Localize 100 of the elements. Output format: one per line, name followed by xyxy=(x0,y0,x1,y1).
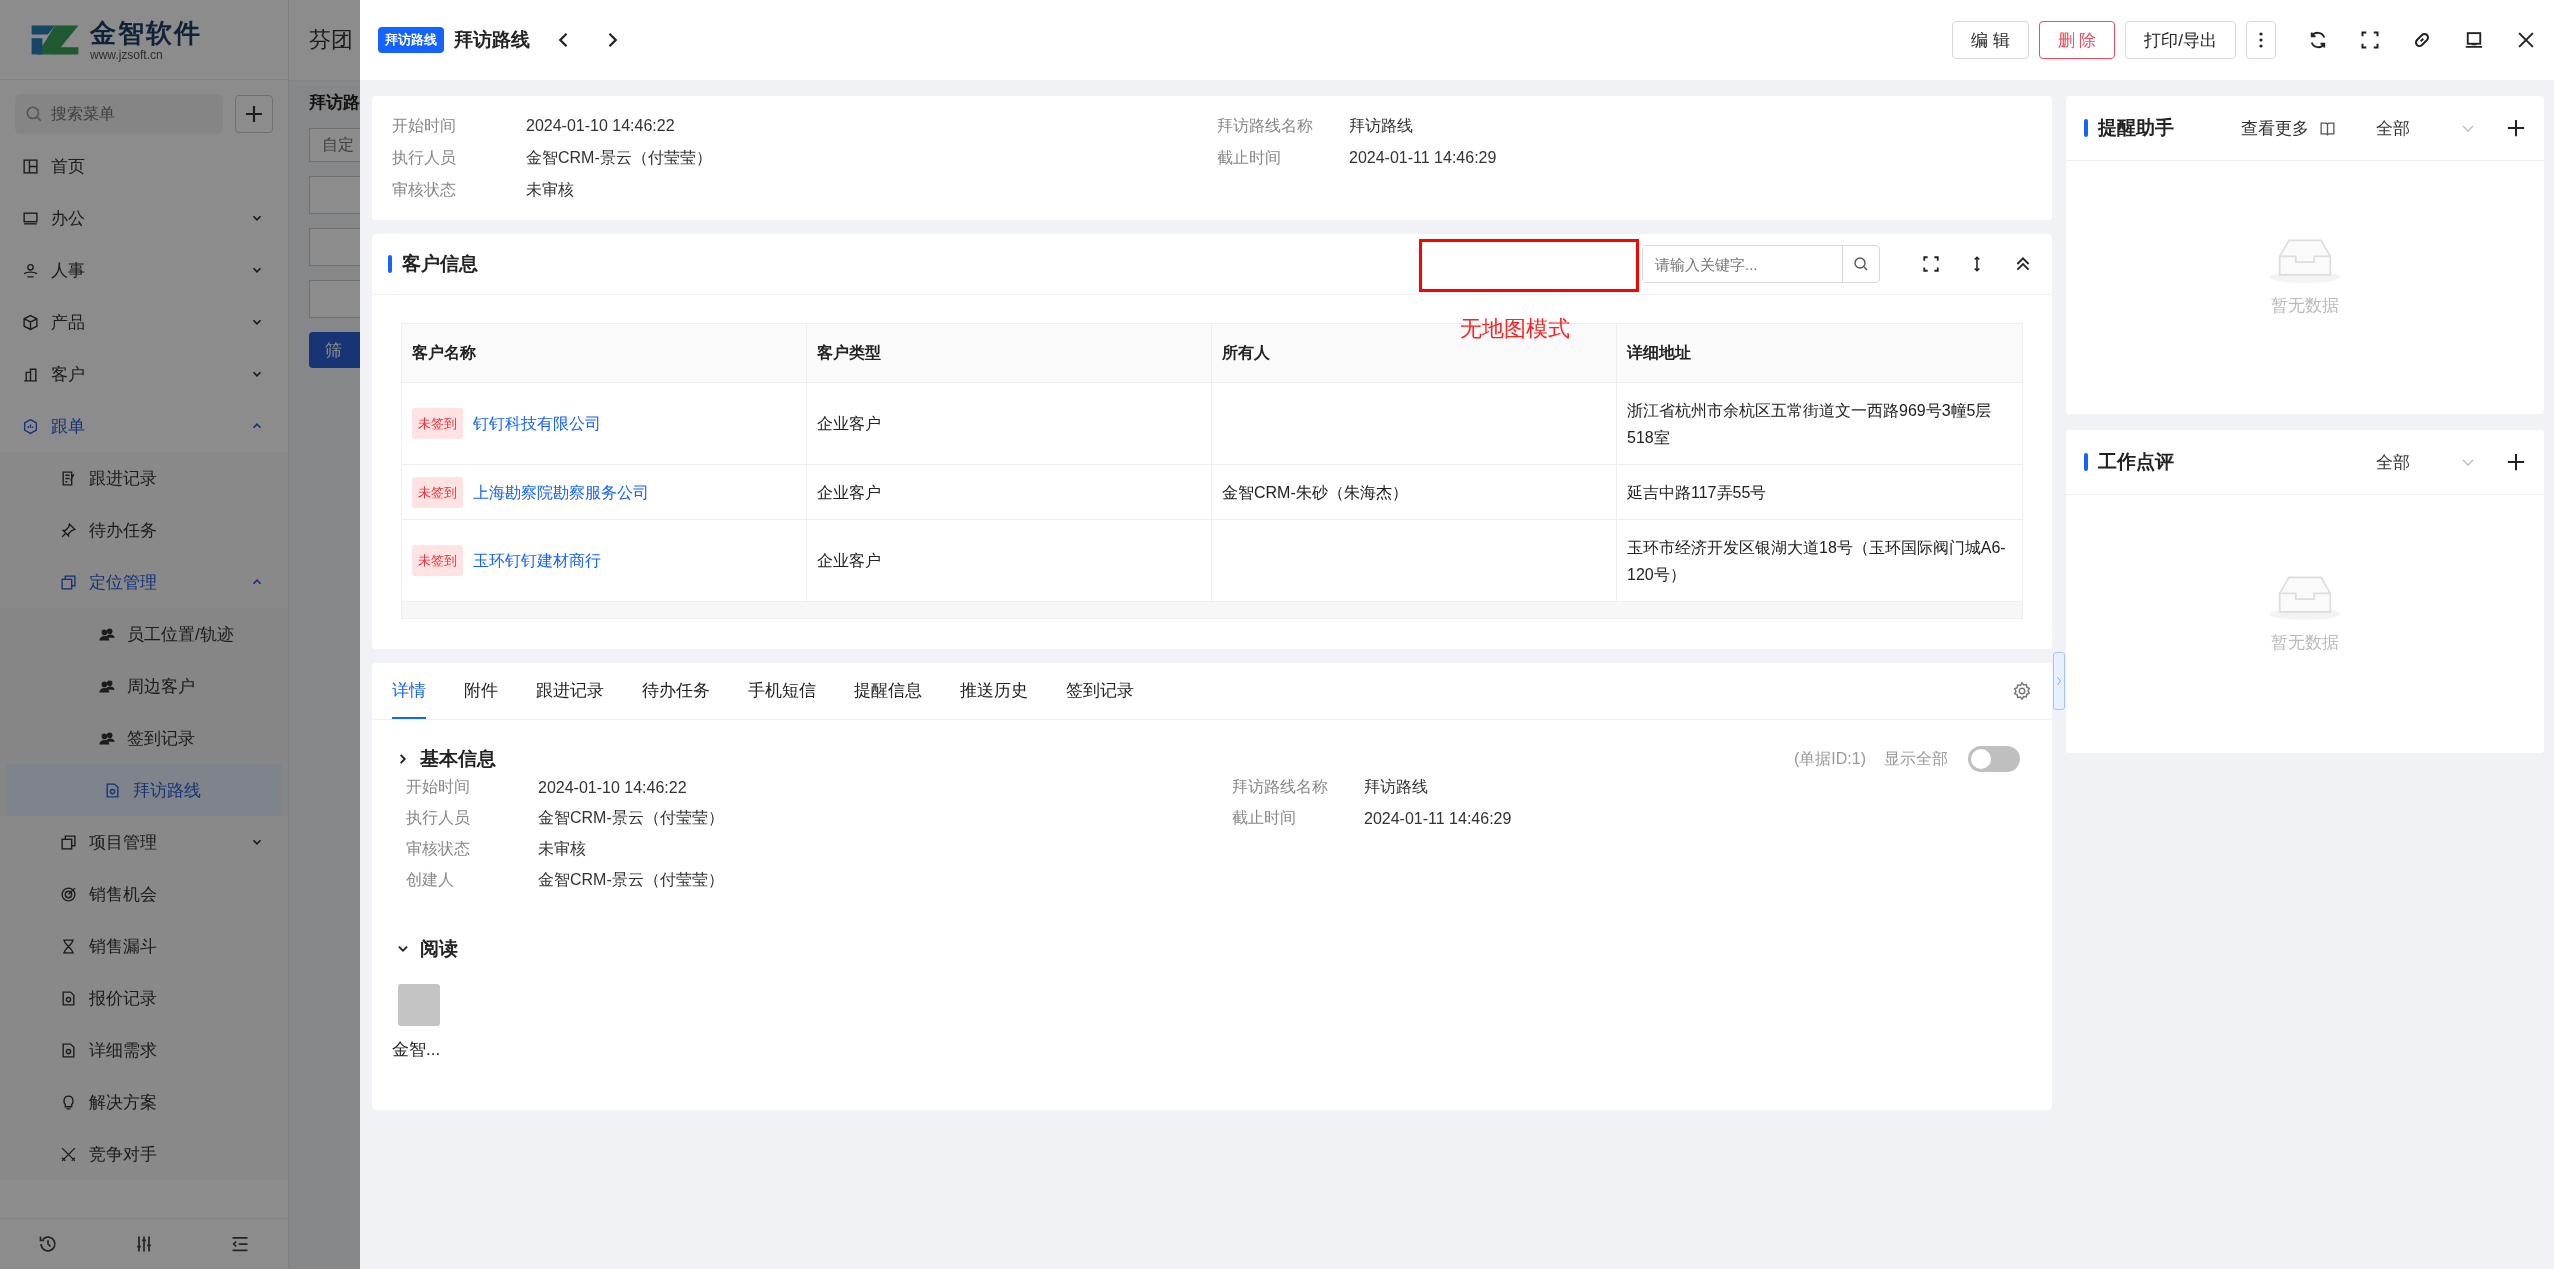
sidebar-item[interactable]: 竞争对手 xyxy=(0,1128,288,1180)
collapse-menu-icon[interactable] xyxy=(230,1234,250,1254)
empty-inbox-icon xyxy=(2268,574,2342,621)
field-value: 未审核 xyxy=(526,179,574,200)
sidebar-item[interactable]: 办公 xyxy=(0,192,288,244)
tab[interactable]: 跟进记录 xyxy=(536,663,604,719)
customer-link[interactable]: 钉钉科技有限公司 xyxy=(473,410,601,437)
search-icon[interactable] xyxy=(1853,256,1869,272)
empty-text: 暂无数据 xyxy=(2271,295,2339,317)
tab[interactable]: 提醒信息 xyxy=(854,663,922,719)
sidebar-item[interactable]: 首页 xyxy=(0,140,288,192)
field-value: 金智CRM-景云（付莹莹） xyxy=(538,870,724,890)
filter-select[interactable]: 全部 xyxy=(2376,116,2410,140)
document-icon xyxy=(104,781,121,799)
link-icon[interactable] xyxy=(2412,30,2432,50)
copy-icon xyxy=(60,573,77,591)
section-marker xyxy=(388,255,392,273)
sidebar-item[interactable]: 签到记录 xyxy=(0,712,288,764)
table-cell-text: 金智CRM-朱砂（朱海杰） xyxy=(1222,482,1408,503)
sidebar-item[interactable]: 周边客户 xyxy=(0,660,288,712)
sidebar-item[interactable]: 解决方案 xyxy=(0,1076,288,1128)
tab[interactable]: 手机短信 xyxy=(748,663,816,719)
target-icon xyxy=(60,885,77,903)
section-marker xyxy=(2084,119,2088,137)
laptop-icon[interactable] xyxy=(2464,30,2484,50)
customer-link[interactable]: 上海勘察院勘察服务公司 xyxy=(473,478,649,506)
tab[interactable]: 签到记录 xyxy=(1066,663,1134,719)
sidebar-item[interactable]: 跟单 xyxy=(0,400,288,452)
filter-field[interactable]: 自定 xyxy=(309,128,360,162)
field-value: 2024-01-11 14:46:29 xyxy=(1349,149,1497,167)
tab[interactable]: 详情 xyxy=(392,663,426,719)
expand-handle[interactable] xyxy=(2053,652,2065,710)
view-more-link[interactable]: 查看更多 xyxy=(2241,116,2309,140)
settings-icon[interactable] xyxy=(2012,681,2032,701)
document-icon xyxy=(60,1041,77,1059)
field-label: 开始时间 xyxy=(406,777,471,797)
section-marker xyxy=(2084,453,2088,471)
action-button[interactable]: 编 辑 xyxy=(1951,21,2029,59)
fullscreen-icon[interactable] xyxy=(2360,30,2380,50)
history-icon[interactable] xyxy=(38,1234,58,1254)
tab[interactable]: 推送历史 xyxy=(960,663,1028,719)
fullscreen-icon[interactable] xyxy=(1922,255,1940,273)
show-all-toggle[interactable] xyxy=(1968,746,2020,772)
action-button[interactable]: 打印/导出 xyxy=(2125,21,2236,59)
field-label: 审核状态 xyxy=(392,179,457,200)
sidebar-item[interactable]: 客户 xyxy=(0,348,288,400)
field-label: 开始时间 xyxy=(392,115,457,136)
sidebar-item[interactable]: 员工位置/轨迹 xyxy=(0,608,288,660)
swords-icon xyxy=(60,1145,77,1163)
field-value: 拜访路线 xyxy=(1364,777,1428,797)
bulb-icon xyxy=(60,1093,77,1111)
cube-icon xyxy=(22,313,39,331)
vertical-dots-icon xyxy=(2259,32,2263,48)
delete-button[interactable]: 删 除 xyxy=(2038,21,2116,59)
sidebar-item[interactable]: 产品 xyxy=(0,296,288,348)
sidebar-item[interactable]: 人事 xyxy=(0,244,288,296)
add-button[interactable] xyxy=(235,95,273,133)
close-icon[interactable] xyxy=(2516,30,2536,50)
keyword-search-field[interactable]: 请输入关键字... xyxy=(1642,245,1880,283)
sidebar-item[interactable]: 详细需求 xyxy=(0,1024,288,1076)
field-label: 拜访路线名称 xyxy=(1232,777,1329,797)
field-value: 2024-01-10 14:46:22 xyxy=(538,778,687,797)
customer-link[interactable]: 玉环钉钉建材商行 xyxy=(473,547,601,574)
tab[interactable]: 附件 xyxy=(464,663,498,719)
sliders-icon[interactable] xyxy=(134,1234,154,1254)
filter-select[interactable]: 全部 xyxy=(2376,450,2410,474)
note-icon xyxy=(60,469,77,487)
table-cell-text: 企业客户 xyxy=(817,482,881,503)
sidebar-item[interactable]: 定位管理 xyxy=(0,556,288,608)
double-chevron-up-icon[interactable] xyxy=(2014,255,2032,273)
field-value: 2024-01-11 14:46:29 xyxy=(1364,809,1512,828)
empty-inbox-icon xyxy=(2268,238,2342,284)
section-title: 阅读 xyxy=(420,937,458,961)
reader-name: 金智... xyxy=(392,1039,441,1061)
logo-name: 金智软件 xyxy=(90,17,202,48)
tab[interactable]: 待办任务 xyxy=(642,663,710,719)
sidebar-item[interactable]: 拜访路线 xyxy=(6,764,282,816)
sidebar-item[interactable]: 待办任务 xyxy=(0,504,288,556)
add-icon[interactable] xyxy=(2506,118,2526,138)
sidebar-item[interactable]: 报价记录 xyxy=(0,972,288,1024)
search-icon xyxy=(25,105,43,123)
filter-button[interactable]: 筛 xyxy=(309,332,360,368)
add-icon[interactable] xyxy=(2506,452,2526,472)
menu-search-field[interactable]: 搜索菜单 xyxy=(15,94,223,134)
column-header: 客户名称 xyxy=(402,324,807,383)
table-cell-text: 企业客户 xyxy=(817,414,881,434)
sidebar-item[interactable]: 销售漏斗 xyxy=(0,920,288,972)
status-tag: 未签到 xyxy=(412,408,463,439)
annotation-text: 无地图模式 xyxy=(1460,315,1570,343)
drawer-title: 拜访路线 xyxy=(454,28,530,52)
document-icon xyxy=(60,989,77,1007)
hourglass-icon xyxy=(60,937,77,955)
refresh-icon[interactable] xyxy=(2308,30,2328,50)
avatar xyxy=(398,984,440,1026)
sidebar-item[interactable]: 跟进记录 xyxy=(0,452,288,504)
page-title: 拜访路 xyxy=(309,92,360,114)
sidebar-item[interactable]: 销售机会 xyxy=(0,868,288,920)
column-header: 客户类型 xyxy=(807,324,1212,383)
sidebar-item[interactable]: 项目管理 xyxy=(0,816,288,868)
pin-icon xyxy=(60,521,77,539)
